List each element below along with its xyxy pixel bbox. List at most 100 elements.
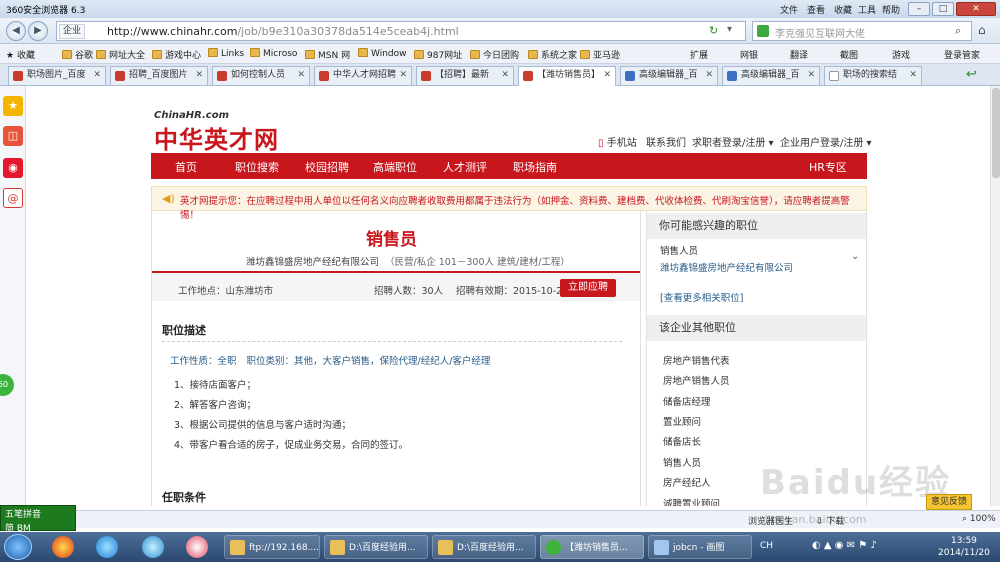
other-job-2[interactable]: 储备店经理 xyxy=(663,394,711,408)
close-icon[interactable]: ✕ xyxy=(807,67,815,84)
tool-login-manager[interactable]: 登录管家 xyxy=(944,48,980,61)
security-360-icon[interactable]: 60 xyxy=(0,374,14,396)
taskbar-ftp[interactable]: ftp://192.168.... xyxy=(224,535,320,559)
tab-4[interactable]: 【招聘】最新 ✕ xyxy=(416,66,514,85)
forward-icon[interactable]: ▶ xyxy=(28,21,48,41)
nav-job-search[interactable]: 职位搜索 xyxy=(235,159,279,175)
menu-favorites[interactable]: 收藏 xyxy=(834,3,852,16)
bookmark-links[interactable]: Links xyxy=(208,48,244,59)
jobseeker-login-link[interactable]: 求职者登录/注册 ▾ xyxy=(692,134,774,149)
tab-1[interactable]: 招聘_百度图片 ✕ xyxy=(110,66,208,85)
menu-view[interactable]: 查看 xyxy=(807,3,825,16)
close-icon[interactable]: ✕ xyxy=(399,67,407,84)
bookmark-hao[interactable]: 网址大全 xyxy=(96,48,145,61)
shopping-icon[interactable]: ◫ xyxy=(3,126,23,146)
feedback-button[interactable]: 意见反馈 xyxy=(926,494,972,510)
bookmark-windows[interactable]: Window xyxy=(358,48,407,59)
nav-hr-zone[interactable]: HR专区 xyxy=(809,159,847,175)
more-jobs-link[interactable]: [查看更多相关职位] xyxy=(660,290,743,304)
bookmark-amazon[interactable]: 亚马逊 xyxy=(580,48,620,61)
apply-now-button[interactable]: 立即应聘 xyxy=(560,279,616,297)
home-icon[interactable]: ⌂ xyxy=(978,23,986,37)
close-icon[interactable]: ✕ xyxy=(603,67,611,84)
minimize-button[interactable]: – xyxy=(908,2,930,16)
search-box[interactable]: 李克强见互联网大佬 ⌕ xyxy=(752,21,972,41)
scroll-thumb[interactable] xyxy=(992,88,1000,178)
nav-home[interactable]: 首页 xyxy=(175,159,197,175)
ime-toolbar[interactable]: 五笔拼音 简 BM xyxy=(0,505,76,534)
star-icon[interactable]: ★ xyxy=(3,96,23,116)
other-job-0[interactable]: 房地产销售代表 xyxy=(663,353,730,367)
tab-7[interactable]: 高级编辑器_百 ✕ xyxy=(722,66,820,85)
other-job-6[interactable]: 房产经纪人 xyxy=(663,475,711,489)
other-job-4[interactable]: 储备店长 xyxy=(663,434,701,448)
menu-help[interactable]: 帮助 xyxy=(882,3,900,16)
taskbar-folder-1[interactable]: D:\百度经验用... xyxy=(324,535,428,559)
refresh-icon[interactable]: ↻ xyxy=(709,24,718,37)
interest-company[interactable]: 潍坊鑫锦盛房地产经纪有限公司 xyxy=(660,260,793,274)
url-mode-badge[interactable]: 企业 xyxy=(59,24,86,39)
nav-assessment[interactable]: 人才测评 xyxy=(443,159,487,175)
email-icon[interactable]: @ xyxy=(3,188,23,208)
other-job-1[interactable]: 房地产销售人员 xyxy=(663,373,730,387)
qq-browser-icon[interactable] xyxy=(96,536,118,558)
tool-screenshot[interactable]: 截图 xyxy=(840,48,858,61)
chrome-icon[interactable] xyxy=(52,536,74,558)
close-icon[interactable]: ✕ xyxy=(909,67,917,84)
mascot-icon[interactable] xyxy=(186,536,208,558)
close-icon[interactable]: ✕ xyxy=(501,67,509,84)
tool-extensions[interactable]: 扩展 xyxy=(690,48,708,61)
menu-file[interactable]: 文件 xyxy=(780,3,798,16)
language-indicator[interactable]: CH xyxy=(760,541,773,551)
menu-tools[interactable]: 工具 xyxy=(858,3,876,16)
close-button[interactable]: ✕ xyxy=(956,2,996,16)
bookmark-microsoft[interactable]: Microso xyxy=(250,48,297,59)
taskbar-paint[interactable]: jobcn - 画图 xyxy=(648,535,752,559)
search-icon[interactable]: ⌕ xyxy=(955,24,961,38)
other-job-3[interactable]: 置业顾问 xyxy=(663,414,701,428)
nav-campus[interactable]: 校园招聘 xyxy=(305,159,349,175)
tab-3[interactable]: 中华人才网招聘 ✕ xyxy=(314,66,412,85)
other-job-7[interactable]: 诚聘置业顾问 xyxy=(663,496,720,506)
tab-5-active[interactable]: 【潍坊销售员】 ✕ xyxy=(518,66,616,86)
bookmark-games[interactable]: 游戏中心 xyxy=(152,48,201,61)
player-icon[interactable] xyxy=(142,536,164,558)
company-link[interactable]: 潍坊鑫锦盛房地产经纪有限公司 xyxy=(246,257,379,268)
back-icon[interactable]: ◀ xyxy=(6,21,26,41)
taskbar-folder-2[interactable]: D:\百度经验用... xyxy=(432,535,536,559)
contact-link[interactable]: 联系我们 xyxy=(646,134,686,149)
close-icon[interactable]: ✕ xyxy=(705,67,713,84)
tool-translate[interactable]: 翻译 xyxy=(790,48,808,61)
interest-job-title[interactable]: 销售人员 xyxy=(660,243,698,257)
other-job-5[interactable]: 销售人员 xyxy=(663,455,701,469)
company-login-link[interactable]: 企业用户登录/注册 ▾ xyxy=(780,134,872,149)
url-field[interactable]: 企业 http://www.chinahr.com/job/b9e310a303… xyxy=(56,21,746,41)
close-icon[interactable]: ✕ xyxy=(93,67,101,84)
tab-8[interactable]: 职场的搜索结 ✕ xyxy=(824,66,922,85)
bookmark-tuangou[interactable]: 今日团购 xyxy=(470,48,519,61)
tab-6[interactable]: 高级编辑器_百 ✕ xyxy=(620,66,718,85)
tool-ebank[interactable]: 网银 xyxy=(740,48,758,61)
clock[interactable]: 13:59 2014/11/20 xyxy=(938,535,990,559)
close-icon[interactable]: ✕ xyxy=(297,67,305,84)
mobile-link[interactable]: ▯ 手机站 xyxy=(598,134,637,149)
tray-icons[interactable]: ◐ ▲ ◉ ✉ ⚑ ♪ xyxy=(812,540,877,551)
site-logo[interactable]: 中华英才网 xyxy=(154,120,279,155)
nav-career-guide[interactable]: 职场指南 xyxy=(513,159,557,175)
chevron-down-icon[interactable]: ⌄ xyxy=(851,251,859,262)
maximize-button[interactable]: □ xyxy=(932,2,954,16)
start-button[interactable] xyxy=(4,534,32,560)
bookmark-favorites[interactable]: ★ 收藏 xyxy=(6,48,35,61)
vertical-scrollbar[interactable] xyxy=(990,86,1000,506)
bookmark-987[interactable]: 987网址 xyxy=(414,48,462,61)
bookmark-xitong[interactable]: 系统之家 xyxy=(528,48,577,61)
dropdown-icon[interactable]: ▾ xyxy=(727,24,732,35)
tool-games[interactable]: 游戏 xyxy=(892,48,910,61)
nav-senior-jobs[interactable]: 高端职位 xyxy=(373,159,417,175)
weibo-icon[interactable]: ◉ xyxy=(3,158,23,178)
bookmark-google[interactable]: 谷歌 xyxy=(62,48,93,61)
search-engine-icon[interactable] xyxy=(757,25,769,37)
bookmark-msn[interactable]: MSN 网 xyxy=(305,48,350,61)
tab-2[interactable]: 如何控制人员 ✕ xyxy=(212,66,310,85)
tab-0[interactable]: 职场图片_百度 ✕ xyxy=(8,66,106,85)
